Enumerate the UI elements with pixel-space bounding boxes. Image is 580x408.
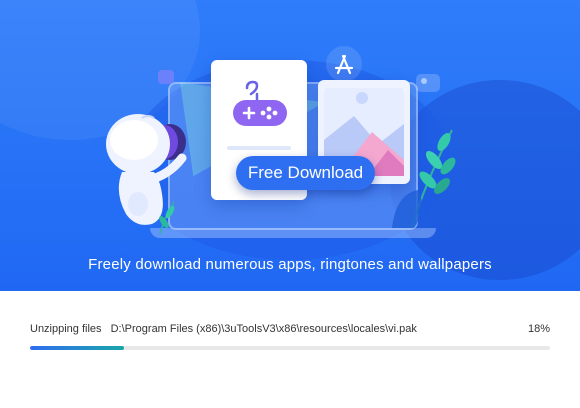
progress-file-path: D:\Program Files (x86)\3uToolsV3\x86\res… [110, 323, 417, 335]
progress-status-row: Unzipping files D:\Program Files (x86)\3… [30, 321, 550, 337]
install-progress: Unzipping files D:\Program Files (x86)\3… [30, 321, 550, 350]
app-store-icon [326, 46, 362, 82]
promo-banner: Free Download Freely download numerous a… [0, 0, 580, 291]
banner-tagline: Freely download numerous apps, ringtones… [88, 256, 492, 273]
progress-status-text: Unzipping files D:\Program Files (x86)\3… [30, 323, 417, 335]
progress-track [30, 346, 550, 350]
photo-bubble-icon [416, 74, 440, 92]
gamepad-icon [233, 80, 287, 126]
progress-label: Unzipping files [30, 323, 102, 335]
app-bubble-icon [158, 70, 174, 84]
card-line [227, 146, 291, 150]
leaf-icon [392, 129, 456, 229]
progress-percent: 18% [527, 323, 550, 335]
robot-mascot-icon [106, 114, 187, 225]
progress-fill [30, 346, 124, 350]
small-leaf-icon [159, 201, 175, 235]
free-download-button[interactable]: Free Download [236, 156, 375, 190]
